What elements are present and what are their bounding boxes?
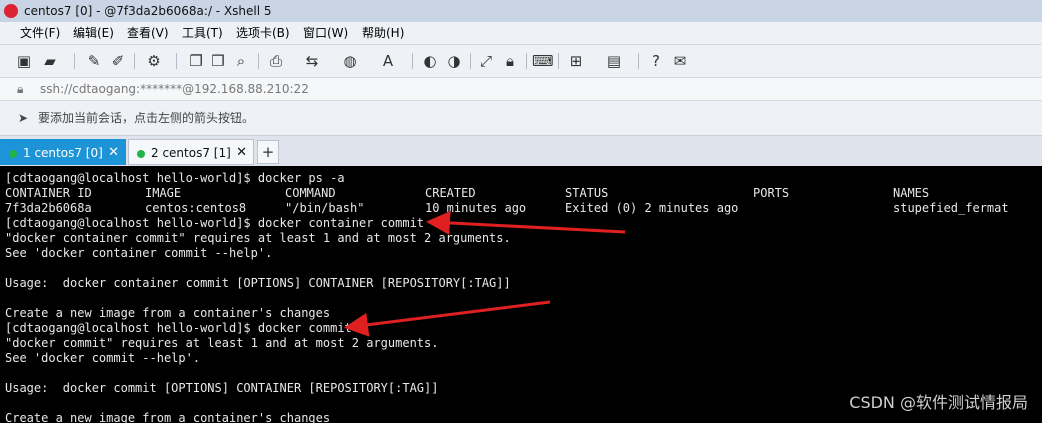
arrow-icon[interactable]: ➤: [18, 101, 28, 135]
menu-edit[interactable]: 编辑(E): [73, 22, 114, 44]
connected-icon: [137, 150, 145, 158]
help-icon[interactable]: ?: [646, 51, 666, 71]
close-icon[interactable]: ✕: [236, 140, 247, 166]
script-icon[interactable]: ◑: [444, 51, 464, 71]
reconnect-icon[interactable]: ✎: [84, 51, 104, 71]
address-bar: 🔒︎ ssh://cdtaogang:*******@192.168.88.21…: [0, 78, 1042, 101]
menu-bar: 文件(F) 编辑(E) 查看(V) 工具(T) 选项卡(B) 窗口(W) 帮助(…: [0, 22, 1042, 45]
find-icon[interactable]: ⌕: [231, 51, 251, 71]
tab-label: 2 centos7 [1]: [151, 146, 231, 160]
lock-icon: 🔒︎: [17, 82, 24, 96]
tab-bar: 1 centos7 [0] ✕ 2 centos7 [1] ✕ +: [0, 136, 1042, 166]
menu-window[interactable]: 窗口(W): [303, 22, 348, 44]
menu-file[interactable]: 文件(F): [20, 22, 60, 44]
chat-icon[interactable]: ✉: [670, 51, 690, 71]
globe-icon[interactable]: ◍: [340, 51, 360, 71]
menu-view[interactable]: 查看(V): [127, 22, 169, 44]
transfer-icon[interactable]: ⇆: [302, 51, 322, 71]
menu-tab[interactable]: 选项卡(B): [236, 22, 290, 44]
add-tab-button[interactable]: +: [257, 140, 279, 164]
annotation-arrows: [344, 210, 626, 337]
print-icon[interactable]: ⎙: [266, 51, 286, 71]
lock-icon[interactable]: 🔒︎: [500, 51, 520, 71]
window-title: centos7 [0] - @7f3da2b6068a:/ - Xshell 5: [24, 4, 272, 18]
xftp-icon[interactable]: ◐: [420, 51, 440, 71]
red-arrow-icon: [426, 210, 626, 235]
layout-icon[interactable]: ▤: [604, 51, 624, 71]
toolbar: ▣ ▰ ✎ ✐ ⚙ ❐ ❒ ⌕ ⎙ ⇆ ◍ A ◐ ◑ ⤢ 🔒︎ ⌨ ⊞ ▤ ?…: [0, 45, 1042, 78]
menu-help[interactable]: 帮助(H): [362, 22, 404, 44]
xshell-app-icon: [4, 4, 18, 18]
tab-centos7-0[interactable]: 1 centos7 [0] ✕: [0, 139, 126, 165]
properties-icon[interactable]: ⚙: [144, 51, 164, 71]
fullscreen-icon[interactable]: ⤢: [476, 51, 496, 71]
tab-centos7-1[interactable]: 2 centos7 [1] ✕: [128, 139, 254, 165]
open-folder-icon[interactable]: ▰: [40, 51, 60, 71]
tab-label: 1 centos7 [0]: [23, 146, 103, 160]
red-arrow-icon: [344, 300, 551, 337]
font-icon[interactable]: A: [378, 51, 398, 71]
copy-icon[interactable]: ❐: [186, 51, 206, 71]
watermark: CSDN @软件测试情报局: [849, 393, 1028, 412]
hint-bar: ➤ 要添加当前会话，点击左侧的箭头按钮。: [0, 101, 1042, 136]
keyboard-icon[interactable]: ⌨: [532, 51, 554, 71]
connected-icon: [9, 150, 17, 158]
menu-tools[interactable]: 工具(T): [182, 22, 223, 44]
new-tab-icon[interactable]: ⊞: [566, 51, 586, 71]
session-address[interactable]: ssh://cdtaogang:*******@192.168.88.210:2…: [40, 78, 309, 100]
close-icon[interactable]: ✕: [108, 140, 119, 166]
paste-icon[interactable]: ❒: [208, 51, 228, 71]
hint-text: 要添加当前会话，点击左侧的箭头按钮。: [38, 111, 255, 125]
title-bar: centos7 [0] - @7f3da2b6068a:/ - Xshell 5: [0, 0, 1042, 22]
disconnect-icon[interactable]: ✐: [108, 51, 128, 71]
new-session-icon[interactable]: ▣: [14, 51, 34, 71]
